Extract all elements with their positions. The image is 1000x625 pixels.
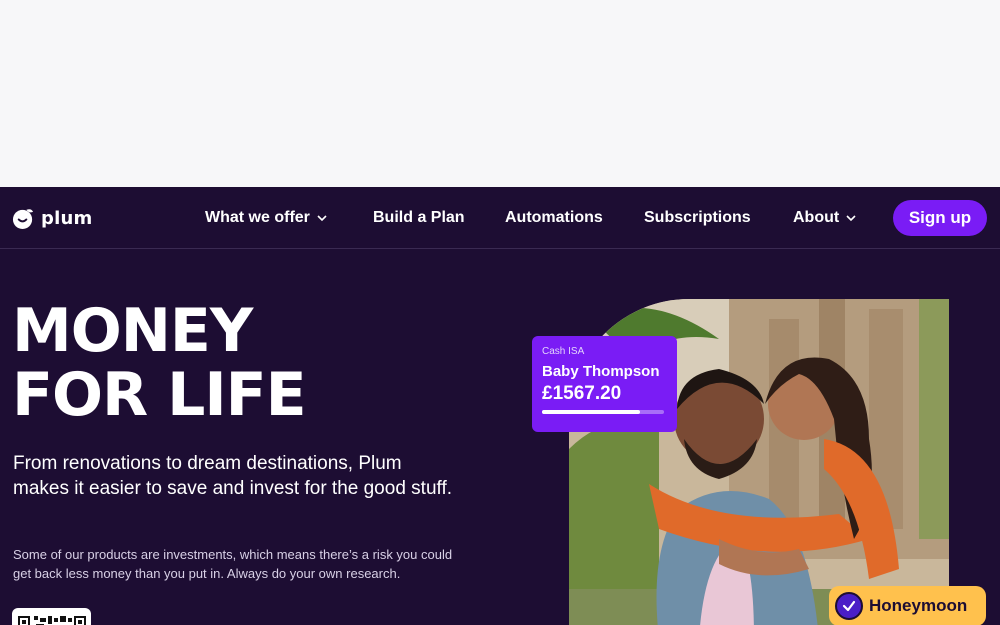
nav-automations[interactable]: Automations — [505, 208, 603, 228]
account-balance: £1567.20 — [542, 383, 622, 404]
nav-label: About — [793, 209, 840, 226]
goal-badge: Honeymoon — [829, 586, 986, 625]
hero-headline: MONEY FOR LIFE — [12, 296, 307, 430]
plum-logo[interactable]: plum — [12, 206, 92, 230]
nav-about[interactable]: About — [793, 208, 857, 228]
plum-website: plum What we offer Build a Plan Automati… — [0, 187, 1000, 625]
nav-build-a-plan[interactable]: Build a Plan — [373, 208, 465, 228]
nav-label: Automations — [505, 209, 603, 226]
brand-name: plum — [41, 207, 93, 229]
top-navigation: plum What we offer Build a Plan Automati… — [0, 187, 1000, 249]
headline-line: MONEY — [12, 296, 253, 366]
nav-label: What we offer — [205, 209, 310, 226]
chevron-down-icon — [317, 215, 327, 222]
check-icon — [835, 592, 863, 620]
savings-card: Cash ISA Baby Thompson £1567.20 — [532, 336, 677, 432]
sign-up-button[interactable]: Sign up — [893, 200, 987, 236]
plum-logo-icon — [12, 208, 34, 229]
investment-disclaimer: Some of our products are investments, wh… — [13, 547, 453, 581]
savings-progress-fill — [542, 410, 640, 414]
blank-area — [0, 0, 1000, 187]
savings-progress-bar — [542, 410, 664, 414]
account-name: Baby Thompson — [542, 363, 660, 380]
chevron-down-icon — [846, 215, 856, 222]
account-type: Cash ISA — [542, 346, 585, 357]
hero-subheading: From renovations to dream destinations, … — [13, 453, 453, 499]
nav-subscriptions[interactable]: Subscriptions — [644, 208, 751, 228]
qr-code — [12, 608, 91, 625]
goal-label: Honeymoon — [869, 596, 968, 615]
nav-label: Subscriptions — [644, 209, 751, 226]
nav-what-we-offer[interactable]: What we offer — [205, 208, 328, 228]
headline-line: FOR LIFE — [12, 360, 307, 430]
nav-label: Build a Plan — [373, 209, 465, 226]
